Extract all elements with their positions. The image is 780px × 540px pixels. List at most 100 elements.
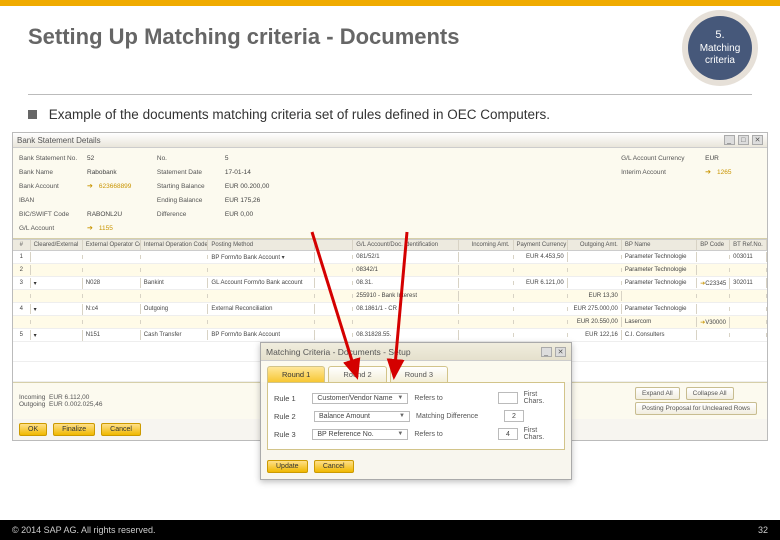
expand-all-button[interactable]: Expand All <box>635 387 680 400</box>
collapse-all-button[interactable]: Collapse All <box>686 387 734 400</box>
rule-num-input[interactable] <box>498 392 517 404</box>
header-col-right: G/L Account Currency EUR Interim Account ➔… <box>621 152 761 234</box>
dialog-tabs: Round 1 Round 2 Round 3 <box>261 361 571 382</box>
totals-value: EUR 0.002.025,46 <box>49 401 102 408</box>
rule-mid-label: Refers to <box>414 395 492 402</box>
field-label: Bank Account <box>19 183 83 190</box>
window-titlebar: Bank Statement Details _ □ ✕ <box>13 133 767 148</box>
close-icon[interactable]: ✕ <box>752 135 763 145</box>
col-hdr[interactable]: # <box>13 240 31 250</box>
field-label: G/L Account <box>19 225 83 232</box>
field-value: EUR 0,00 <box>225 211 269 218</box>
rule-num-input[interactable]: 2 <box>504 410 524 422</box>
field-value: EUR 175,26 <box>225 197 269 204</box>
dialog-titlebar: Matching Criteria - Documents - Setup _ … <box>261 343 571 361</box>
header-col-left: Bank Statement No.52 Bank NameRabobank B… <box>19 152 143 234</box>
dialog-cancel-button[interactable]: Cancel <box>314 460 354 473</box>
col-hdr <box>315 240 354 250</box>
rule-row: Rule 1 Customer/Vendor Name▼ Refers to F… <box>274 389 558 407</box>
step-badge: 5. Matching criteria <box>688 16 752 80</box>
grid-header: # Cleared/External External Operator Cod… <box>13 240 767 251</box>
rule-label: Rule 3 <box>274 430 306 439</box>
chevron-down-icon: ▼ <box>399 413 405 419</box>
totals-value: EUR 6.112,00 <box>49 394 89 401</box>
table-row[interactable]: 3▾N028BankintGL Account Form/to Bank acc… <box>13 277 767 290</box>
col-hdr[interactable]: Outgoing Amt. <box>568 240 622 250</box>
table-row[interactable]: 1BP Form/to Bank Account ▾081/52/1EUR 4.… <box>13 251 767 264</box>
rule-row: Rule 3 BP Reference No.▼ Refers to 4 Fir… <box>274 425 558 443</box>
header-col-mid: No.5 Statement Date17-01-14 Starting Bal… <box>157 152 269 234</box>
table-row[interactable]: EUR 20.550,00Lasercom➔V30000 <box>13 316 767 329</box>
cancel-button[interactable]: Cancel <box>101 423 141 436</box>
link-arrow-icon[interactable]: ➔ <box>87 182 93 190</box>
window-title: Bank Statement Details <box>17 136 101 145</box>
table-row[interactable]: 208342/1Parameter Technologie <box>13 264 767 277</box>
field-label: Statement Date <box>157 169 221 176</box>
field-value[interactable]: 1265 <box>717 169 761 176</box>
rule-field-select[interactable]: Customer/Vendor Name▼ <box>312 393 408 404</box>
field-value[interactable]: 623668899 <box>99 183 143 190</box>
update-button[interactable]: Update <box>267 460 308 473</box>
chevron-down-icon: ▼ <box>397 431 403 437</box>
field-label: Interim Account <box>621 169 701 176</box>
col-hdr[interactable]: Payment Currency <box>514 240 568 250</box>
rule-tail-label: First Chars. <box>524 427 558 441</box>
bullet-line: Example of the documents matching criter… <box>0 107 780 132</box>
rule-field-select[interactable]: Balance Amount▼ <box>314 411 410 422</box>
col-hdr[interactable]: Internal Operation Code <box>141 240 209 250</box>
matching-criteria-dialog: Matching Criteria - Documents - Setup _ … <box>260 342 572 480</box>
ok-button[interactable]: OK <box>19 423 47 436</box>
close-icon[interactable]: ✕ <box>555 347 566 357</box>
field-value: EUR <box>705 155 749 162</box>
tab-round3[interactable]: Round 3 <box>390 366 448 382</box>
bullet-square-icon <box>28 110 37 119</box>
page-number: 32 <box>758 525 768 535</box>
rule-field-select[interactable]: BP Reference No.▼ <box>312 429 408 440</box>
col-hdr[interactable]: Incoming Amt. <box>459 240 513 250</box>
maximize-icon[interactable]: □ <box>738 135 749 145</box>
tab-round2[interactable]: Round 2 <box>328 366 386 382</box>
rule-num-input[interactable]: 4 <box>498 428 517 440</box>
right-buttons: Expand All Collapse All Posting Proposal… <box>635 387 761 415</box>
col-hdr[interactable]: BP Code <box>697 240 730 250</box>
minimize-icon[interactable]: _ <box>541 347 552 357</box>
col-hdr[interactable]: G/L Account/Doc. Identification <box>353 240 459 250</box>
rule-mid-label: Refers to <box>414 431 492 438</box>
table-row[interactable]: 4▾N:c4OutgoingExternal Reconciliation08.… <box>13 303 767 316</box>
dialog-title: Matching Criteria - Documents - Setup <box>266 347 411 357</box>
finalize-button[interactable]: Finalize <box>53 423 95 436</box>
rules-panel: Rule 1 Customer/Vendor Name▼ Refers to F… <box>267 382 565 450</box>
minimize-icon[interactable]: _ <box>724 135 735 145</box>
posting-proposal-button[interactable]: Posting Proposal for Uncleared Rows <box>635 402 757 415</box>
link-arrow-icon[interactable]: ➔ <box>705 168 711 176</box>
field-label: Starting Balance <box>157 183 221 190</box>
embedded-screenshot: Bank Statement Details _ □ ✕ Bank Statem… <box>12 132 768 441</box>
col-hdr[interactable]: External Operator Code <box>83 240 141 250</box>
field-value[interactable]: 1155 <box>99 225 143 232</box>
rule-tail-label: First Chars. <box>524 391 558 405</box>
col-hdr[interactable]: Posting Method <box>208 240 314 250</box>
rule-row: Rule 2 Balance Amount▼ Matching Differen… <box>274 407 558 425</box>
field-value: Rabobank <box>87 169 131 176</box>
field-label: G/L Account Currency <box>621 155 701 162</box>
step-badge-text: Matching criteria <box>688 43 752 67</box>
slide-header: Setting Up Matching criteria - Documents… <box>0 6 780 94</box>
table-row[interactable]: 5▾N151Cash TransferBP Form/to Bank Accou… <box>13 329 767 342</box>
tab-round1[interactable]: Round 1 <box>267 366 325 382</box>
col-hdr[interactable]: Cleared/External <box>31 240 83 250</box>
field-label: Bank Name <box>19 169 83 176</box>
bullet-text: Example of the documents matching criter… <box>49 107 550 122</box>
window-buttons: _ □ ✕ <box>723 135 763 145</box>
field-label: Ending Balance <box>157 197 221 204</box>
col-hdr[interactable]: BT Ref.No. <box>730 240 767 250</box>
table-row[interactable]: 255910 - Bank InterestEUR 13,30 <box>13 290 767 303</box>
col-hdr[interactable]: BP Name <box>622 240 697 250</box>
slide-footer: © 2014 SAP AG. All rights reserved. 32 <box>0 520 780 540</box>
rule-label: Rule 1 <box>274 394 306 403</box>
field-value: EUR 00.200,00 <box>225 183 269 190</box>
totals-label: Outgoing <box>19 401 45 408</box>
header-fields: Bank Statement No.52 Bank NameRabobank B… <box>13 148 767 239</box>
rule-label: Rule 2 <box>274 412 308 421</box>
field-label: No. <box>157 155 221 162</box>
link-arrow-icon[interactable]: ➔ <box>87 224 93 232</box>
